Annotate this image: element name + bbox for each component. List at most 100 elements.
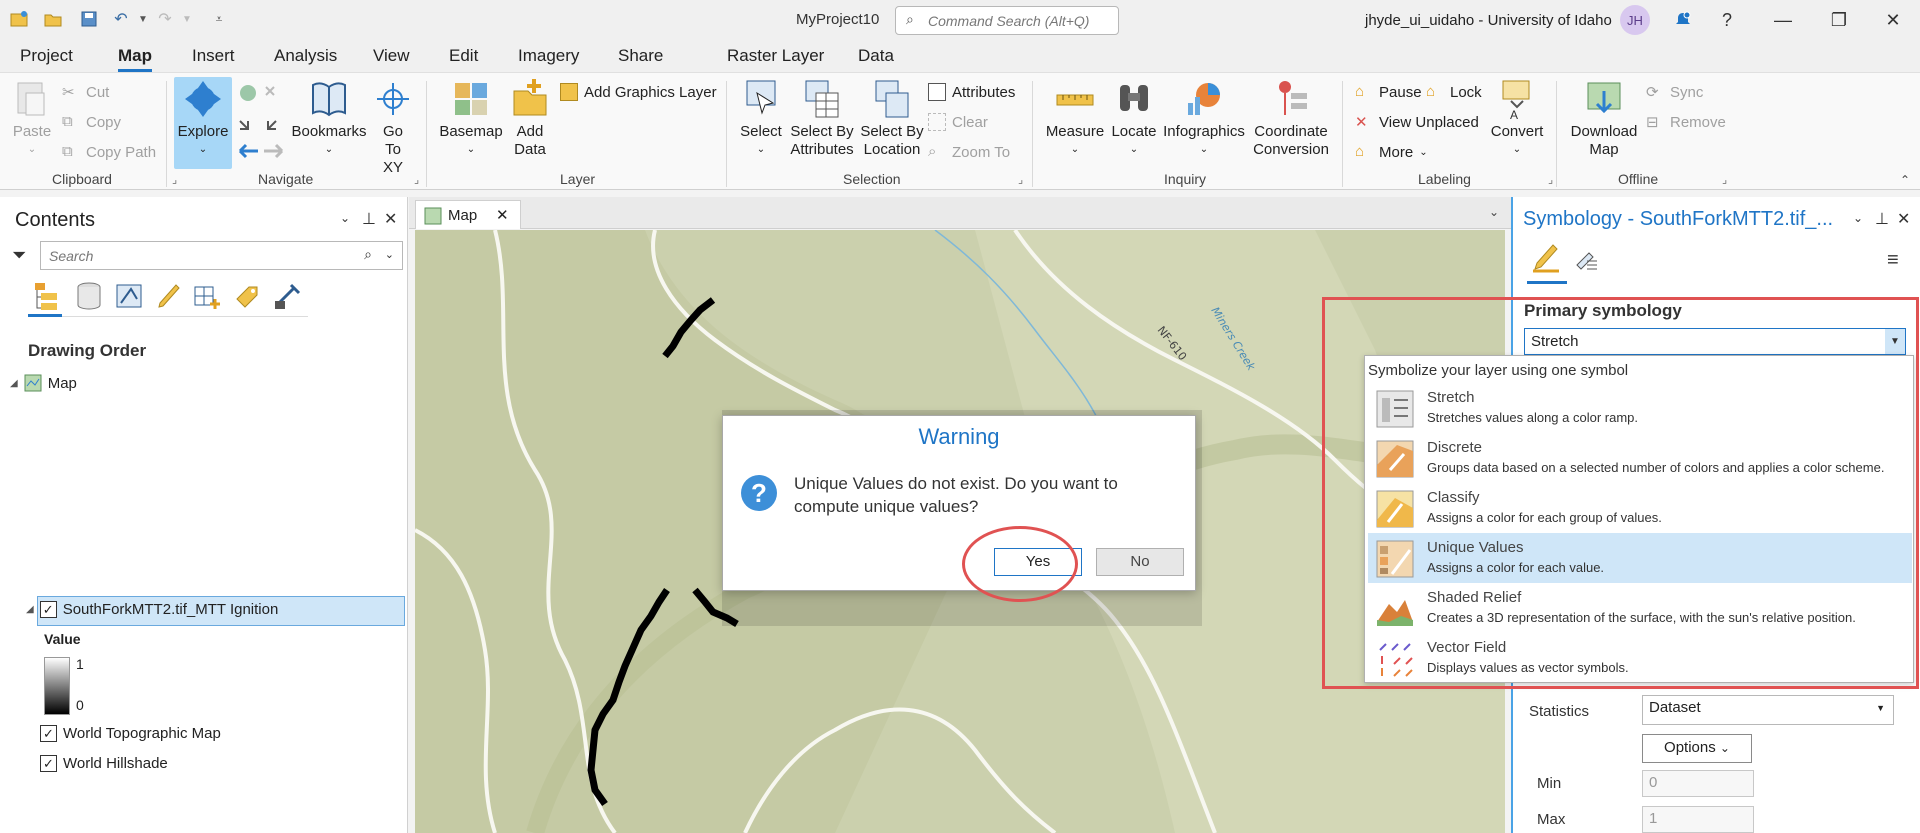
group-launcher-icon[interactable]: ⌟	[1548, 173, 1553, 186]
new-project-icon[interactable]	[8, 8, 30, 30]
cut-button[interactable]: ✂ Cut	[62, 83, 109, 102]
bookmarks-button[interactable]: Bookmarks ⌄	[291, 77, 367, 159]
undo-dropdown-icon[interactable]: ▼	[132, 8, 154, 30]
tab-edit[interactable]: Edit	[449, 46, 478, 66]
command-search-input[interactable]: ⌕ Command Search (Alt+Q)	[895, 6, 1119, 35]
group-launcher-icon[interactable]: ⌟	[1722, 173, 1727, 186]
select-by-location-button[interactable]: Select By Location	[860, 77, 924, 159]
attributes-button[interactable]: Attributes	[928, 83, 1015, 101]
tab-imagery[interactable]: Imagery	[518, 46, 579, 66]
download-map-button[interactable]: Download Map	[1566, 77, 1642, 159]
restore-icon[interactable]: ❐	[1824, 6, 1854, 34]
tab-map-view[interactable]: Map ✕	[415, 200, 521, 229]
more-labeling-button[interactable]: ⌂ More ⌄	[1355, 143, 1428, 161]
open-project-icon[interactable]	[42, 8, 64, 30]
measure-button[interactable]: Measure ⌄	[1044, 77, 1106, 159]
tab-raster-layer[interactable]: Raster Layer	[727, 46, 824, 66]
tab-map[interactable]: Map	[118, 46, 152, 72]
notifications-icon[interactable]	[1668, 6, 1698, 34]
group-launcher-icon[interactable]: ⌟	[172, 173, 177, 186]
group-launcher-icon[interactable]: ⌟	[414, 173, 419, 186]
collapse-icon[interactable]: ◢	[26, 604, 34, 615]
coordinate-conversion-button[interactable]: Coordinate Conversion	[1250, 77, 1332, 159]
list-by-snapping-icon[interactable]	[191, 279, 223, 313]
layer-row[interactable]: ◢ ✓ SouthForkMTT2.tif_MTT Ignition	[26, 601, 278, 618]
view-unplaced-label: View Unplaced	[1379, 113, 1479, 131]
close-tab-icon[interactable]: ✕	[496, 206, 509, 224]
group-separator	[1342, 81, 1343, 187]
list-by-editing-icon[interactable]	[153, 279, 185, 313]
min-input[interactable]: 0	[1642, 770, 1754, 797]
tab-project[interactable]: Project	[20, 46, 73, 66]
paste-button[interactable]: Paste ⌄	[13, 77, 51, 159]
hamburger-menu-icon[interactable]: ≡	[1887, 249, 1899, 272]
customize-toolbar-icon[interactable]: ⩡	[208, 8, 230, 30]
copy-path-button[interactable]: ⧉ Copy Path	[62, 143, 156, 161]
layer-visibility-checkbox[interactable]: ✓	[39, 601, 57, 618]
tab-data[interactable]: Data	[858, 46, 894, 66]
locate-button[interactable]: Locate ⌄	[1110, 77, 1158, 159]
contents-search-input[interactable]: Search ⌕ ⌄	[40, 241, 403, 270]
sync-button[interactable]: ⟳ Sync	[1646, 83, 1703, 102]
layer-row[interactable]: ✓ World Hillshade	[40, 755, 168, 772]
close-pane-icon[interactable]: ✕	[1897, 209, 1910, 229]
pane-options-chevron-icon[interactable]: ⌄	[1853, 211, 1863, 225]
max-input[interactable]: 1	[1642, 806, 1754, 833]
infographics-button[interactable]: Infographics ⌄	[1162, 77, 1246, 159]
close-pane-icon[interactable]: ✕	[384, 209, 397, 229]
redo-icon[interactable]: ↷	[154, 8, 176, 30]
tab-view[interactable]: View	[373, 46, 410, 66]
save-project-icon[interactable]	[78, 8, 100, 30]
select-button[interactable]: Select ⌄	[737, 77, 785, 159]
pin-icon[interactable]: ⊥	[1875, 209, 1889, 229]
minimize-icon[interactable]: —	[1768, 6, 1798, 34]
search-icon[interactable]: ⌕	[364, 246, 372, 263]
list-by-labeling-icon[interactable]	[231, 279, 263, 313]
convert-button[interactable]: A Convert ⌄	[1486, 77, 1548, 159]
map-node[interactable]: ◢ Map	[10, 374, 77, 392]
collapse-ribbon-icon[interactable]: ⌃	[1900, 173, 1910, 187]
filter-icon[interactable]: ⏷	[12, 245, 26, 266]
list-by-drawing-order-icon[interactable]	[31, 279, 63, 313]
navigate-small-icons	[238, 85, 284, 159]
statistics-select[interactable]: Dataset ▼	[1642, 695, 1894, 725]
view-list-chevron-icon[interactable]: ⌄	[1489, 205, 1499, 219]
options-button[interactable]: Options ⌄	[1642, 734, 1752, 763]
layer-visibility-checkbox[interactable]: ✓	[40, 755, 57, 772]
avatar[interactable]: JH	[1620, 5, 1650, 35]
help-icon[interactable]: ?	[1712, 6, 1742, 34]
pause-labeling-button[interactable]: ⌂ Pause	[1355, 83, 1422, 101]
pin-icon[interactable]: ⊥	[362, 209, 376, 229]
remove-button[interactable]: ⊟ Remove	[1646, 113, 1726, 132]
search-dropdown-icon[interactable]: ⌄	[385, 248, 394, 261]
basemap-button[interactable]: Basemap ⌄	[438, 77, 504, 159]
explore-button[interactable]: Explore ⌄	[174, 77, 232, 169]
no-button[interactable]: No	[1096, 548, 1184, 576]
add-graphics-layer-button[interactable]: Add Graphics Layer	[560, 83, 717, 101]
tab-share[interactable]: Share	[618, 46, 663, 66]
layer-visibility-checkbox[interactable]: ✓	[40, 725, 57, 742]
layer-row[interactable]: ✓ World Topographic Map	[40, 725, 221, 742]
select-by-attributes-button[interactable]: Select By Attributes	[790, 77, 854, 159]
primary-symbology-tab-icon[interactable]	[1531, 243, 1561, 273]
lock-labeling-button[interactable]: ⌂ Lock	[1426, 83, 1482, 101]
close-icon[interactable]: ✕	[1878, 6, 1908, 34]
add-data-button[interactable]: Add Data	[508, 77, 552, 159]
list-by-data-source-icon[interactable]	[73, 279, 105, 313]
view-unplaced-button[interactable]: ✕ View Unplaced	[1355, 113, 1479, 132]
go-to-xy-button[interactable]: Go To XY	[373, 77, 413, 177]
copy-button[interactable]: ⧉ Copy	[62, 113, 121, 131]
group-launcher-icon[interactable]: ⌟	[1018, 173, 1023, 186]
pane-options-chevron-icon[interactable]: ⌄	[340, 211, 350, 225]
user-name[interactable]: jhyde_ui_uidaho - University of Idaho	[1365, 12, 1612, 29]
list-by-perspective-imagery-icon[interactable]	[271, 279, 303, 313]
clear-button[interactable]: Clear	[928, 113, 988, 131]
redo-dropdown-icon[interactable]: ▼	[176, 8, 198, 30]
list-by-selection-icon[interactable]	[113, 279, 145, 313]
collapse-icon[interactable]: ◢	[10, 378, 18, 389]
tab-insert[interactable]: Insert	[192, 46, 235, 66]
mask-tab-icon[interactable]	[1571, 243, 1601, 273]
tab-analysis[interactable]: Analysis	[274, 46, 337, 66]
undo-icon[interactable]: ↶	[110, 8, 132, 30]
zoom-to-button[interactable]: ⌕ Zoom To	[928, 143, 1010, 161]
